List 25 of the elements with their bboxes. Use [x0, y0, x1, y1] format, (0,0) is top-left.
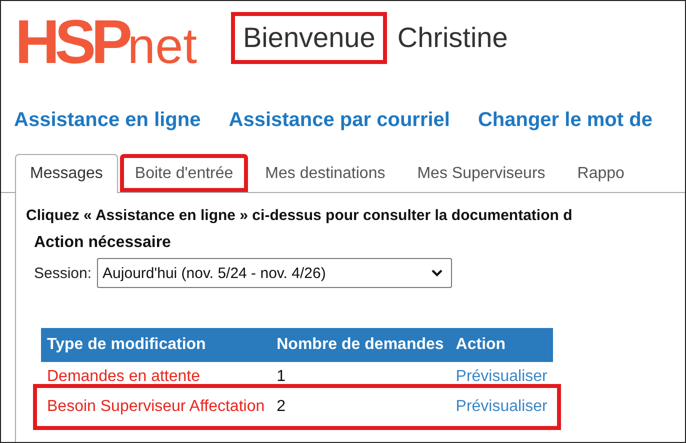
chevron-down-icon	[430, 269, 443, 277]
tab[interactable]: Rappo	[562, 154, 640, 192]
logo: HSPnet	[15, 12, 197, 74]
table-cell-text: Besoin Superviseur Affectation	[46, 397, 266, 417]
column-header: Action	[450, 328, 554, 362]
nav-link[interactable]: Assistance par courriel	[228, 109, 450, 132]
tab[interactable]: Mes Superviseurs	[402, 154, 560, 192]
table-cell: Demandes en attente	[41, 362, 271, 392]
nav-link[interactable]: Assistance en ligne	[14, 109, 201, 132]
session-label: Session:	[34, 264, 92, 282]
nav-link[interactable]: Changer le mot de	[478, 109, 652, 132]
column-header: Type de modification	[41, 328, 271, 362]
tab[interactable]: Mes destinations	[250, 154, 400, 192]
column-header: Nombre de demandes	[270, 328, 450, 362]
preview-link[interactable]: Prévisualiser	[456, 398, 548, 415]
notice-text: Cliquez « Assistance en ligne » ci-dessus pour consulter la documentation d	[26, 207, 574, 224]
section-title: Action nécessaire	[34, 234, 172, 252]
tab[interactable]: Boite d'entrée	[120, 154, 248, 192]
table-cell-text: 2	[276, 397, 287, 417]
preview-link[interactable]: Prévisualiser	[456, 368, 548, 385]
welcome-text: Bienvenue	[231, 12, 388, 64]
welcome-text: Christine	[396, 21, 509, 55]
table-cell: 1	[270, 362, 450, 392]
tab[interactable]: Messages	[15, 154, 118, 193]
session-select[interactable]: Aujourd'hui (nov. 5/24 - nov. 4/26)	[96, 258, 452, 288]
